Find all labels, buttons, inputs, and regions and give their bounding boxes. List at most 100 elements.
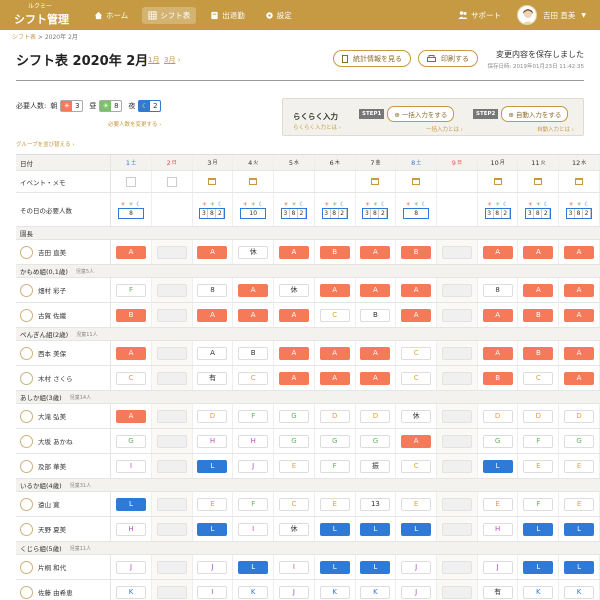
shift-pill[interactable]: L: [564, 522, 595, 536]
shift-pill[interactable]: A: [564, 283, 595, 297]
event-cell[interactable]: [478, 171, 519, 192]
shift-pill[interactable]: 休: [238, 245, 269, 259]
shift-cell[interactable]: I: [193, 580, 234, 600]
shift-pill[interactable]: B: [523, 346, 554, 360]
event-cell[interactable]: [356, 171, 397, 192]
memo-checkbox[interactable]: [126, 176, 136, 187]
bulk-input-help-link[interactable]: 一括入力とは ›: [426, 125, 463, 133]
shift-pill[interactable]: A: [523, 245, 554, 259]
shift-pill[interactable]: J: [401, 560, 432, 574]
shift-pill[interactable]: 有: [482, 585, 513, 599]
shift-pill[interactable]: E: [319, 497, 350, 511]
shift-cell[interactable]: [151, 454, 193, 478]
shift-pill[interactable]: D: [197, 409, 228, 423]
shift-cell[interactable]: F: [111, 278, 152, 302]
shift-cell[interactable]: A: [559, 303, 600, 327]
staff-name[interactable]: 吉田 直美: [16, 240, 112, 264]
shift-cell[interactable]: L: [193, 454, 234, 478]
breadcrumb-link[interactable]: シフト表: [12, 34, 36, 41]
shift-cell[interactable]: K: [315, 580, 356, 600]
event-cell[interactable]: [315, 171, 356, 192]
shift-cell[interactable]: C: [396, 366, 438, 390]
shift-cell[interactable]: B: [396, 240, 438, 264]
shift-cell[interactable]: [151, 366, 193, 390]
shift-cell[interactable]: B: [315, 240, 356, 264]
shift-pill[interactable]: [156, 459, 187, 473]
shift-cell[interactable]: [437, 240, 478, 264]
shift-pill[interactable]: L: [319, 560, 350, 574]
shift-pill[interactable]: C: [401, 459, 432, 473]
shift-pill[interactable]: A: [197, 308, 228, 322]
shift-pill[interactable]: B: [523, 308, 554, 322]
shift-cell[interactable]: A: [518, 278, 560, 302]
shift-pill[interactable]: L: [564, 560, 595, 574]
shift-cell[interactable]: A: [274, 303, 315, 327]
shift-cell[interactable]: A: [193, 303, 234, 327]
shift-pill[interactable]: A: [116, 245, 146, 259]
shift-pill[interactable]: C: [401, 371, 432, 385]
shift-cell[interactable]: F: [518, 429, 560, 453]
shift-cell[interactable]: [151, 341, 193, 365]
event-cell[interactable]: [559, 171, 600, 192]
shift-cell[interactable]: H: [193, 429, 234, 453]
shift-cell[interactable]: B: [233, 341, 275, 365]
shift-pill[interactable]: I: [116, 459, 146, 473]
nav-attendance[interactable]: 出退勤: [204, 7, 251, 24]
shift-pill[interactable]: D: [523, 409, 554, 423]
shift-cell[interactable]: L: [559, 517, 600, 541]
shift-cell[interactable]: 8: [478, 278, 519, 302]
shift-pill[interactable]: K: [564, 585, 595, 599]
staff-name[interactable]: 天野 夏美: [16, 517, 112, 541]
shift-cell[interactable]: [437, 429, 478, 453]
shift-pill[interactable]: H: [197, 434, 228, 448]
event-cell[interactable]: [152, 171, 193, 192]
auto-input-button[interactable]: ⊕ 自動入力をする: [501, 105, 569, 122]
shift-cell[interactable]: J: [396, 580, 438, 600]
shift-pill[interactable]: 8: [197, 283, 228, 297]
shift-pill[interactable]: A: [116, 346, 146, 360]
shift-cell[interactable]: G: [356, 429, 397, 453]
shift-cell[interactable]: B: [518, 303, 560, 327]
shift-pill[interactable]: A: [278, 245, 309, 259]
stats-button[interactable]: 統計情報を見る: [333, 50, 411, 67]
shift-pill[interactable]: C: [116, 371, 146, 385]
shift-cell[interactable]: A: [559, 240, 600, 264]
shift-pill[interactable]: A: [278, 346, 309, 360]
shift-pill[interactable]: [441, 409, 472, 423]
shift-cell[interactable]: A: [111, 404, 152, 428]
shift-cell[interactable]: G: [111, 429, 152, 453]
shift-pill[interactable]: A: [197, 245, 228, 259]
shift-pill[interactable]: A: [401, 434, 432, 448]
shift-pill[interactable]: F: [116, 283, 146, 297]
shift-cell[interactable]: J: [478, 555, 519, 579]
shift-cell[interactable]: [437, 454, 478, 478]
shift-pill[interactable]: F: [523, 434, 554, 448]
shift-cell[interactable]: [437, 580, 478, 600]
print-button[interactable]: 印刷する: [418, 50, 478, 67]
shift-cell[interactable]: L: [233, 555, 275, 579]
shift-cell[interactable]: A: [356, 240, 397, 264]
shift-pill[interactable]: [156, 283, 187, 297]
shift-cell[interactable]: J: [111, 555, 152, 579]
shift-cell[interactable]: K: [356, 580, 397, 600]
shift-pill[interactable]: L: [197, 459, 228, 473]
shift-cell[interactable]: B: [478, 366, 519, 390]
shift-cell[interactable]: A: [315, 366, 356, 390]
shift-pill[interactable]: [156, 497, 187, 511]
shift-cell[interactable]: A: [315, 341, 356, 365]
shift-cell[interactable]: [437, 492, 478, 516]
staff-name[interactable]: 古賀 佐織: [16, 303, 112, 327]
shift-pill[interactable]: J: [238, 459, 269, 473]
shift-cell[interactable]: A: [478, 240, 519, 264]
shift-pill[interactable]: A: [116, 409, 146, 423]
shift-cell[interactable]: C: [111, 366, 152, 390]
shift-pill[interactable]: [441, 459, 472, 473]
shift-cell[interactable]: [437, 341, 478, 365]
event-cell[interactable]: [396, 171, 438, 192]
shift-pill[interactable]: I: [238, 522, 269, 536]
shift-pill[interactable]: [441, 371, 472, 385]
shift-cell[interactable]: G: [559, 429, 600, 453]
shift-cell[interactable]: E: [274, 454, 315, 478]
shift-pill[interactable]: L: [523, 522, 554, 536]
shift-cell[interactable]: L: [315, 555, 356, 579]
